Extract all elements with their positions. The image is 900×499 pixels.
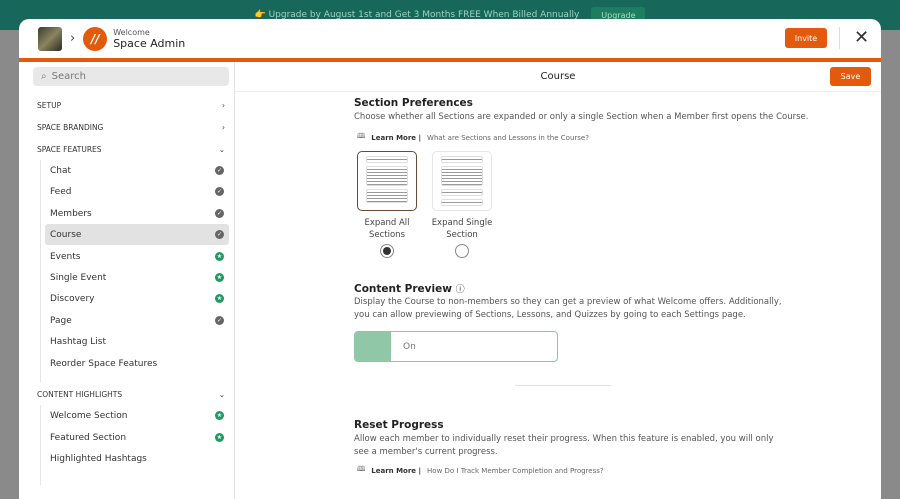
- sidebar-item-featured-section[interactable]: Featured Section ★: [45, 427, 229, 448]
- section-preferences-heading: Section Preferences: [354, 97, 473, 109]
- star-icon: ★: [215, 273, 224, 282]
- help-link[interactable]: What are Sections and Lessons in the Cou…: [427, 134, 589, 142]
- sidebar-section-setup[interactable]: SETUP ›: [37, 101, 225, 110]
- star-icon: ★: [215, 411, 224, 420]
- item-label: Page: [50, 315, 72, 326]
- item-label: Course: [50, 229, 82, 240]
- star-icon: ★: [215, 294, 224, 303]
- item-label: Feed: [50, 186, 72, 197]
- check-icon: ✓: [215, 230, 224, 239]
- content-preview-heading: Content Preview ⓘ: [354, 282, 465, 295]
- sidebar-item-welcome-section[interactable]: Welcome Section ★: [45, 405, 229, 426]
- info-icon[interactable]: ⓘ: [456, 285, 465, 295]
- item-label: Events: [50, 251, 81, 262]
- space-thumbnail[interactable]: [38, 26, 62, 51]
- invite-button[interactable]: Invite: [785, 28, 827, 48]
- check-icon: ✓: [215, 209, 224, 218]
- save-button[interactable]: Save: [830, 67, 871, 86]
- expand-all-radio[interactable]: [380, 244, 394, 258]
- item-label: Reorder Space Features: [50, 358, 158, 369]
- sidebar-item-events[interactable]: Events ★: [45, 246, 229, 267]
- sidebar-section-features[interactable]: SPACE FEATURES ⌄: [37, 145, 225, 154]
- item-label: Chat: [50, 165, 72, 176]
- sidebar-item-highlighted-hashtags[interactable]: Highlighted Hashtags: [45, 448, 229, 469]
- divider: [40, 160, 41, 382]
- sidebar-item-reorder[interactable]: Reorder Space Features: [45, 353, 229, 374]
- learn-more-link[interactable]: 🕮 Learn More | How Do I Track Member Compl…: [357, 465, 604, 476]
- item-label: Discovery: [50, 293, 95, 304]
- search-placeholder: Search: [51, 71, 86, 82]
- star-icon: ★: [215, 252, 224, 261]
- search-icon: ⌕: [41, 71, 47, 82]
- chevron-right-icon: ›: [222, 123, 225, 132]
- content-preview-desc: Display the Course to non-members so the…: [354, 297, 782, 320]
- space-admin-modal: › // Welcome Space Admin Invite ✕ ⌕ Searc…: [19, 19, 881, 499]
- panel-title: Course: [235, 62, 881, 92]
- sidebar-item-chat[interactable]: Chat ✓: [45, 160, 229, 181]
- help-link[interactable]: How Do I Track Member Completion and Pro…: [427, 467, 604, 475]
- chevron-down-icon: ⌄: [218, 145, 225, 154]
- toggle-knob: [355, 332, 391, 361]
- chevron-right-icon: ›: [222, 101, 225, 110]
- sidebar-item-feed[interactable]: Feed ✓: [45, 181, 229, 202]
- check-icon: ✓: [215, 187, 224, 196]
- sidebar-section-branding[interactable]: SPACE BRANDING ›: [37, 123, 225, 132]
- sidebar-section-highlights[interactable]: CONTENT HIGHLIGHTS ⌄: [37, 390, 225, 399]
- sidebar: ⌕ Search SETUP › SPACE BRANDING › SPACE FEA…: [19, 62, 235, 499]
- item-label: Highlighted Hashtags: [50, 453, 147, 464]
- chevron-right-icon: ›: [70, 31, 76, 46]
- sidebar-item-course[interactable]: Course ✓: [45, 224, 229, 245]
- section-label: SETUP: [37, 101, 62, 110]
- sidebar-item-hashtag-list[interactable]: Hashtag List: [45, 331, 229, 352]
- sidebar-item-page[interactable]: Page ✓: [45, 310, 229, 331]
- check-icon: ✓: [215, 166, 224, 175]
- chevron-down-icon: ⌄: [218, 390, 225, 399]
- close-icon[interactable]: ✕: [854, 27, 869, 48]
- sidebar-item-single-event[interactable]: Single Event ★: [45, 267, 229, 288]
- section-label: SPACE FEATURES: [37, 145, 102, 154]
- space-name: Welcome: [113, 27, 150, 37]
- expand-all-option[interactable]: [357, 151, 417, 211]
- book-icon: 🕮: [357, 465, 366, 473]
- learn-more-link[interactable]: 🕮 Learn More | What are Sections and Lesso…: [357, 132, 589, 143]
- search-input[interactable]: ⌕ Search: [33, 67, 229, 86]
- expand-single-label: Expand Single Section: [431, 218, 493, 240]
- learn-more-label: Learn More |: [371, 133, 422, 142]
- sidebar-item-members[interactable]: Members ✓: [45, 203, 229, 224]
- section-label: CONTENT HIGHLIGHTS: [37, 390, 123, 399]
- main-panel: Course Save Section Preferences Choose w…: [235, 62, 881, 499]
- item-label: Welcome Section: [50, 410, 128, 421]
- divider: [40, 405, 41, 485]
- content-preview-toggle[interactable]: On: [354, 331, 558, 362]
- toggle-label: On: [403, 341, 416, 352]
- expand-single-radio[interactable]: [455, 244, 469, 258]
- divider: [839, 27, 840, 49]
- expand-single-option[interactable]: [432, 151, 492, 211]
- section-label: SPACE BRANDING: [37, 123, 104, 132]
- learn-more-label: Learn More |: [371, 466, 422, 475]
- sidebar-item-discovery[interactable]: Discovery ★: [45, 288, 229, 309]
- app-logo: //: [83, 26, 108, 51]
- section-preferences-desc: Choose whether all Sections are expanded…: [354, 112, 809, 122]
- item-label: Hashtag List: [50, 336, 107, 347]
- check-icon: ✓: [215, 316, 224, 325]
- expand-all-label: Expand All Sections: [364, 218, 410, 240]
- star-icon: ★: [215, 433, 224, 442]
- heading-text: Content Preview: [354, 283, 452, 295]
- divider: [515, 385, 611, 386]
- item-label: Members: [50, 208, 92, 219]
- page-title: Space Admin: [113, 36, 186, 50]
- reset-progress-desc: Allow each member to individually reset …: [354, 434, 774, 457]
- modal-header: › // Welcome Space Admin Invite ✕: [19, 19, 881, 58]
- book-icon: 🕮: [357, 132, 366, 140]
- item-label: Single Event: [50, 272, 107, 283]
- item-label: Featured Section: [50, 432, 127, 443]
- reset-progress-heading: Reset Progress: [354, 419, 444, 431]
